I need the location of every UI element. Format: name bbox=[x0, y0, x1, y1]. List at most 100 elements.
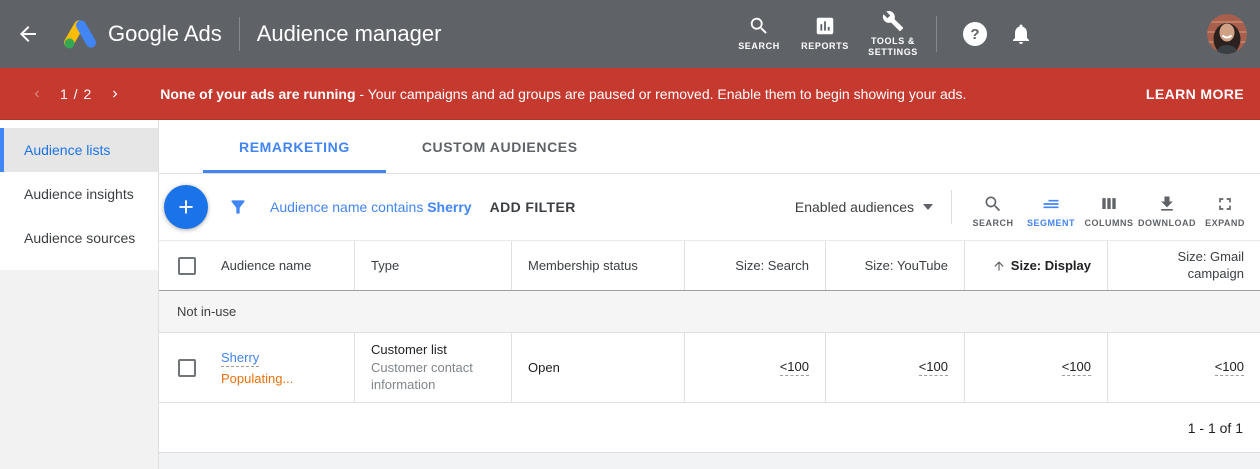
column-header-type[interactable]: Type bbox=[354, 241, 511, 290]
type-value: Customer list bbox=[371, 341, 447, 359]
tool-label: DOWNLOAD bbox=[1138, 218, 1196, 228]
google-ads-logo-icon[interactable] bbox=[62, 18, 98, 50]
banner-next-button[interactable] bbox=[108, 87, 122, 101]
page-title: Audience manager bbox=[257, 21, 442, 47]
add-filter-button[interactable]: ADD FILTER bbox=[490, 199, 576, 215]
type-cell: Customer list Customer contact informati… bbox=[354, 333, 511, 402]
size-gmail-value[interactable]: <100 bbox=[1215, 359, 1244, 376]
size-display-value[interactable]: <100 bbox=[1062, 359, 1091, 376]
notifications-button[interactable] bbox=[1009, 22, 1033, 46]
size-gmail-cell: <100 bbox=[1107, 333, 1260, 402]
filter-button[interactable] bbox=[228, 197, 248, 217]
sort-ascending-icon bbox=[992, 259, 1006, 273]
header-checkbox-cell bbox=[159, 241, 205, 290]
group-label: Not in-use bbox=[177, 304, 236, 319]
topbar-right-group: SEARCH REPORTS TOOLS & SETTINGS ? bbox=[726, 10, 1260, 59]
search-icon bbox=[983, 194, 1003, 214]
column-header-size-search[interactable]: Size: Search bbox=[684, 241, 825, 290]
download-icon bbox=[1157, 194, 1177, 214]
banner-message: None of your ads are running - Your camp… bbox=[160, 86, 966, 102]
columns-icon bbox=[1099, 194, 1119, 214]
chevron-left-icon bbox=[30, 87, 44, 101]
sidebar-item-label: Audience sources bbox=[24, 230, 135, 246]
size-youtube-cell: <100 bbox=[825, 333, 964, 402]
column-header-size-display[interactable]: Size: Display bbox=[964, 241, 1107, 290]
select-all-checkbox[interactable] bbox=[178, 257, 196, 275]
tab-label: CUSTOM AUDIENCES bbox=[422, 139, 578, 155]
account-avatar[interactable] bbox=[1207, 14, 1247, 54]
filter-funnel-icon bbox=[228, 197, 248, 217]
populating-status: Populating... bbox=[221, 371, 293, 386]
pagination-footer: 1 - 1 of 1 bbox=[159, 403, 1260, 453]
audience-name-cell: Sherry Populating... bbox=[205, 333, 354, 402]
filter-value: Sherry bbox=[427, 199, 471, 215]
topbar-divider bbox=[239, 17, 240, 51]
audience-name-link[interactable]: Sherry bbox=[221, 350, 259, 367]
tab-bar: REMARKETING CUSTOM AUDIENCES bbox=[159, 120, 1260, 174]
top-app-bar: Google Ads Audience manager SEARCH REPOR… bbox=[0, 0, 1260, 68]
topbar-reports-button[interactable]: REPORTS bbox=[792, 15, 858, 52]
filter-condition: Audience name contains bbox=[270, 199, 423, 215]
column-header-label: Size: Display bbox=[1011, 258, 1091, 273]
tool-label: SEARCH bbox=[972, 218, 1013, 228]
sidebar-item-audience-lists[interactable]: Audience lists bbox=[0, 128, 158, 172]
sidebar-item-audience-sources[interactable]: Audience sources bbox=[0, 216, 158, 260]
table-expand-button[interactable]: EXPAND bbox=[1196, 186, 1254, 228]
topbar-search-label: SEARCH bbox=[738, 41, 780, 52]
column-header-size-youtube[interactable]: Size: YouTube bbox=[825, 241, 964, 290]
topbar-search-button[interactable]: SEARCH bbox=[726, 15, 792, 52]
bar-chart-icon bbox=[814, 15, 836, 37]
active-filter-chip[interactable]: Audience name contains Sherry bbox=[270, 199, 472, 215]
pagination-text: 1 - 1 of 1 bbox=[1188, 420, 1243, 436]
column-header-size-gmail[interactable]: Size: Gmail campaign bbox=[1107, 241, 1260, 290]
table-download-button[interactable]: DOWNLOAD bbox=[1138, 186, 1196, 228]
chevron-right-icon bbox=[108, 87, 122, 101]
size-search-value[interactable]: <100 bbox=[780, 359, 809, 376]
sidebar-item-label: Audience lists bbox=[24, 142, 110, 158]
google-ads-window: Google Ads Audience manager SEARCH REPOR… bbox=[0, 0, 1260, 469]
wrench-icon bbox=[882, 10, 904, 32]
page-body: Audience lists Audience insights Audienc… bbox=[0, 120, 1260, 469]
banner-pager: 1 / 2 bbox=[60, 86, 92, 102]
banner-previous-button[interactable] bbox=[30, 87, 44, 101]
expand-icon bbox=[1215, 194, 1235, 214]
table-header-row: Audience name Type Membership status Siz… bbox=[159, 240, 1260, 291]
dropdown-arrow-icon bbox=[923, 204, 933, 210]
alert-banner: 1 / 2 None of your ads are running - You… bbox=[0, 68, 1260, 120]
add-audience-button[interactable]: + bbox=[164, 185, 208, 229]
sidebar-item-audience-insights[interactable]: Audience insights bbox=[0, 172, 158, 216]
tool-label: SEGMENT bbox=[1027, 218, 1075, 228]
back-button[interactable] bbox=[0, 22, 56, 46]
sidebar-item-label: Audience insights bbox=[24, 186, 134, 202]
column-header-audience-name[interactable]: Audience name bbox=[205, 241, 354, 290]
membership-status-cell: Open bbox=[511, 333, 684, 402]
table-columns-button[interactable]: COLUMNS bbox=[1080, 186, 1138, 228]
arrow-left-icon bbox=[16, 22, 40, 46]
tool-label: COLUMNS bbox=[1085, 218, 1134, 228]
type-detail: Customer contact information bbox=[371, 359, 495, 394]
table-row: Sherry Populating... Customer list Custo… bbox=[159, 333, 1260, 403]
left-sidebar: Audience lists Audience insights Audienc… bbox=[0, 120, 159, 469]
help-button[interactable]: ? bbox=[963, 22, 987, 46]
topbar-tools-settings-button[interactable]: TOOLS & SETTINGS bbox=[858, 10, 928, 59]
size-search-cell: <100 bbox=[684, 333, 825, 402]
toolbar-divider bbox=[951, 190, 952, 224]
plus-icon: + bbox=[178, 192, 194, 223]
topbar-reports-label: REPORTS bbox=[801, 41, 849, 52]
banner-message-rest: - Your campaigns and ad groups are pause… bbox=[359, 86, 966, 102]
row-checkbox-cell bbox=[159, 333, 205, 402]
table-toolbar: + Audience name contains Sherry ADD FILT… bbox=[159, 174, 1260, 240]
tab-remarketing[interactable]: REMARKETING bbox=[203, 120, 386, 173]
row-checkbox[interactable] bbox=[178, 359, 196, 377]
column-header-membership-status[interactable]: Membership status bbox=[511, 241, 684, 290]
size-youtube-value[interactable]: <100 bbox=[919, 359, 948, 376]
sidebar-nav: Audience lists Audience insights Audienc… bbox=[0, 120, 158, 270]
learn-more-button[interactable]: LEARN MORE bbox=[1146, 78, 1244, 110]
table-search-button[interactable]: SEARCH bbox=[964, 186, 1022, 228]
product-name: Google Ads bbox=[108, 21, 222, 47]
table-segment-button[interactable]: SEGMENT bbox=[1022, 186, 1080, 228]
audience-view-dropdown[interactable]: Enabled audiences bbox=[795, 199, 933, 215]
topbar-tools-settings-label: TOOLS & SETTINGS bbox=[865, 36, 921, 59]
tab-label: REMARKETING bbox=[239, 139, 350, 155]
tab-custom-audiences[interactable]: CUSTOM AUDIENCES bbox=[386, 120, 614, 173]
